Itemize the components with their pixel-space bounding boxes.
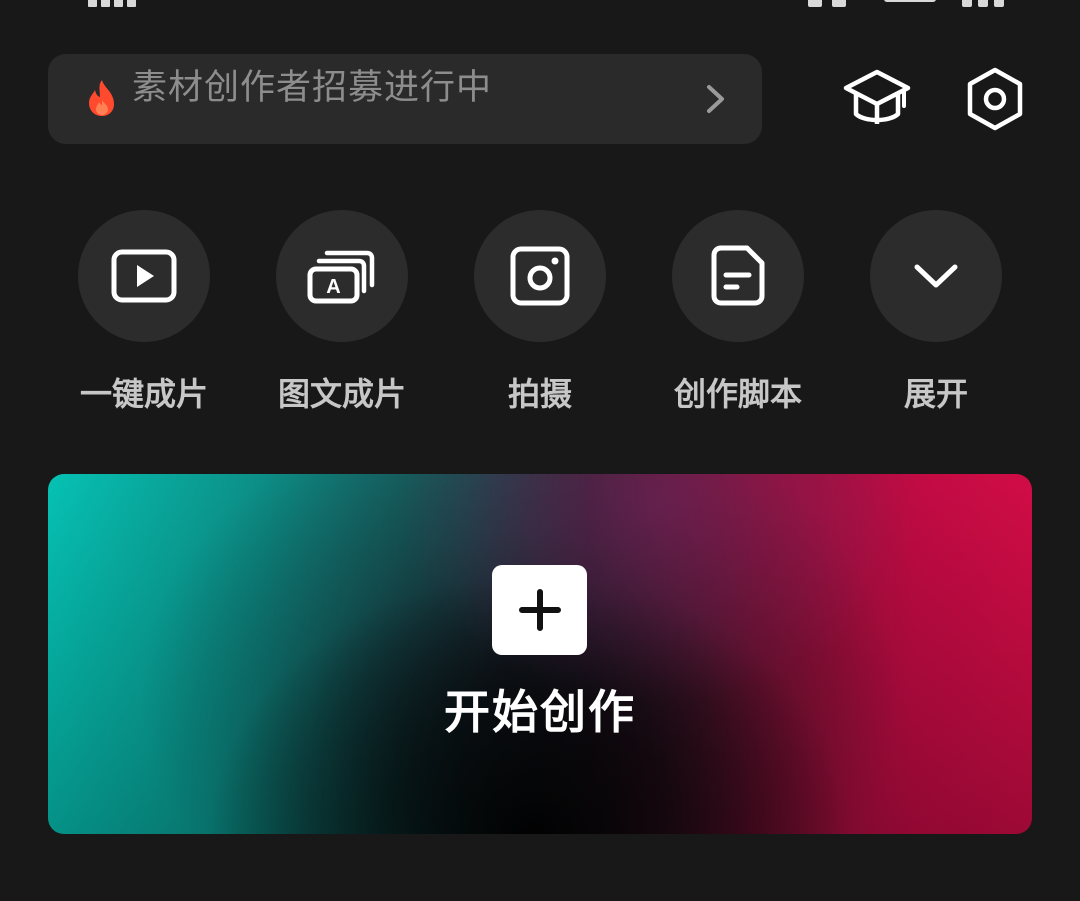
plus-icon [492,565,587,655]
quick-action-label: 创作脚本 [673,375,802,413]
play-video-icon [78,210,210,342]
svg-text:A: A [326,276,340,298]
quick-action-label: 图文成片 [277,375,406,413]
quick-action-expand[interactable]: 展开 [851,210,1021,416]
quick-action-image-text[interactable]: A 图文成片 [257,210,427,416]
image-text-icon: A [276,210,408,342]
fire-icon [84,78,120,118]
creator-recruit-banner[interactable]: 素材创作者招募进行中 [48,54,762,144]
chevron-right-icon [704,82,728,116]
script-document-icon [672,210,804,342]
status-bar [0,0,1080,7]
banner-text: 素材创作者招募进行中 [132,68,493,108]
quick-action-script[interactable]: 创作脚本 [653,210,823,416]
quick-action-label: 展开 [903,375,968,413]
quick-actions: 一键成片 A 图文成片 拍摄 创作脚本 展开 [0,210,1080,420]
graduation-cap-icon[interactable] [842,66,912,132]
settings-hexagon-icon[interactable] [962,66,1032,132]
signal-indicators [88,0,178,7]
status-icons [808,0,868,7]
quick-action-label: 拍摄 [507,375,572,413]
chevron-down-icon [870,210,1002,342]
start-creating-title: 开始创作 [444,685,636,739]
start-creating-card[interactable]: 开始创作 [48,474,1032,834]
battery-icon [884,0,936,2]
clock [962,0,1022,7]
camera-icon [474,210,606,342]
quick-action-one-click[interactable]: 一键成片 [59,210,229,416]
quick-action-label: 一键成片 [79,375,208,413]
quick-action-shoot[interactable]: 拍摄 [455,210,625,416]
